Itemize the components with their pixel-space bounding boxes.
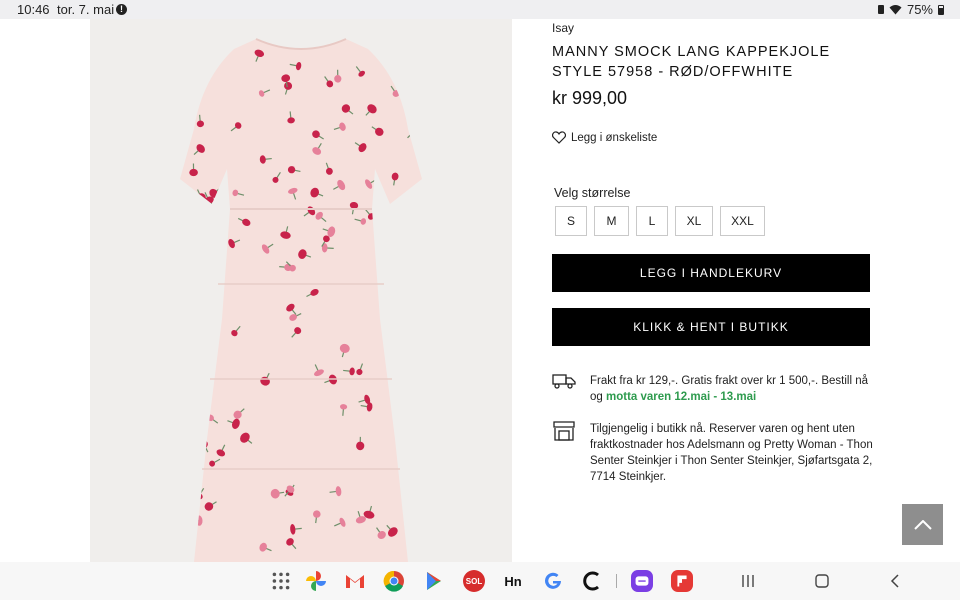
scroll-to-top-button[interactable] — [902, 504, 943, 545]
status-right: 75% — [877, 2, 944, 17]
click-and-collect-button[interactable]: KLIKK & HENT I BUTIKK — [552, 308, 870, 346]
app-drawer-icon[interactable] — [270, 570, 292, 592]
wishlist-label: Legg i ønskeliste — [571, 131, 658, 144]
truck-icon — [552, 374, 576, 389]
battery-percent: 75% — [906, 2, 933, 17]
delivery-estimate: motta varen 12.mai - 13.mai — [606, 391, 757, 403]
home-button-icon[interactable] — [815, 574, 829, 588]
messages-icon[interactable] — [631, 570, 653, 592]
size-option-xl[interactable]: XL — [675, 206, 713, 236]
product-brand[interactable]: Isay — [552, 21, 574, 35]
c-app-icon[interactable] — [581, 570, 603, 592]
alert-icon: ! — [116, 4, 127, 15]
wifi-icon — [889, 5, 902, 15]
google-icon[interactable] — [542, 570, 564, 592]
size-option-xxl[interactable]: XXL — [720, 206, 765, 236]
add-to-cart-button[interactable]: LEGG I HANDLEKURV — [552, 254, 870, 292]
size-selector: S M L XL XXL — [555, 206, 765, 236]
status-bar: 10:46 tor. 7. mai ! 75% — [0, 0, 960, 19]
flipboard-icon[interactable] — [671, 570, 693, 592]
shipping-info: Frakt fra kr 129,-. Gratis frakt over kr… — [552, 373, 875, 405]
battery-saver-icon — [877, 5, 884, 14]
bottom-dock: SOL Hn — [0, 562, 960, 600]
size-option-m[interactable]: M — [594, 206, 629, 236]
chevron-up-icon — [913, 519, 932, 530]
product-image[interactable] — [90, 19, 512, 562]
status-date: tor. 7. mai — [57, 2, 115, 17]
store-text: Tilgjengelig i butikk nå. Reserver varen… — [590, 423, 873, 483]
hn-app-icon[interactable]: Hn — [502, 570, 524, 592]
product-price: kr 999,00 — [552, 88, 628, 108]
shipping-text: Frakt fra kr 129,-. Gratis frakt over kr… — [590, 373, 875, 405]
photos-icon[interactable] — [305, 570, 327, 592]
back-button-icon[interactable] — [889, 574, 901, 588]
size-option-s[interactable]: S — [555, 206, 587, 236]
chrome-icon[interactable] — [383, 570, 405, 592]
battery-icon — [938, 4, 944, 15]
heart-icon — [552, 131, 566, 144]
play-store-icon[interactable] — [423, 570, 445, 592]
status-time: 10:46 — [17, 2, 50, 17]
store-icon — [553, 421, 575, 441]
dress-illustration — [180, 38, 422, 562]
dock-divider — [616, 574, 617, 588]
sol-app-icon[interactable]: SOL — [463, 570, 485, 592]
size-label: Velg størrelse — [554, 186, 631, 200]
wishlist-button[interactable]: Legg i ønskeliste — [552, 131, 657, 144]
gmail-icon[interactable] — [344, 570, 366, 592]
store-info: Tilgjengelig i butikk nå. Reserver varen… — [552, 421, 875, 485]
size-option-l[interactable]: L — [636, 206, 668, 236]
product-title: MANNY SMOCK LANG KAPPEKJOLE STYLE 57958 … — [552, 44, 831, 80]
recent-apps-icon[interactable] — [741, 574, 755, 588]
